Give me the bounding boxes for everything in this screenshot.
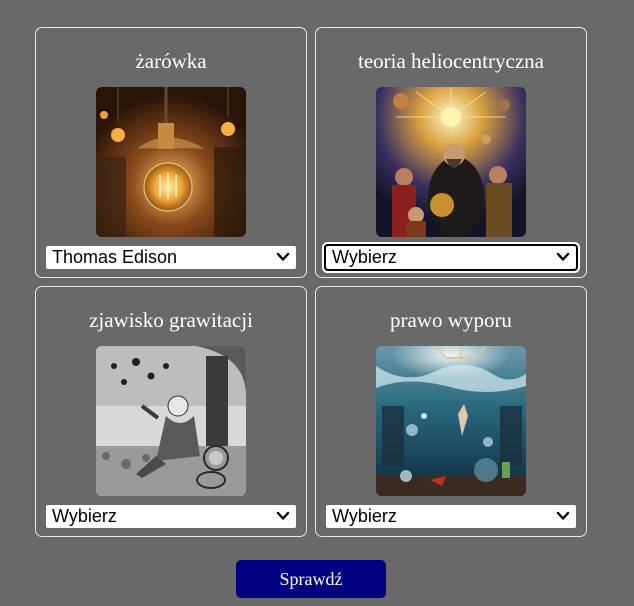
select-value: Thomas Edison bbox=[52, 247, 178, 267]
chevron-down-icon bbox=[276, 252, 290, 261]
card-title: teoria heliocentryczna bbox=[358, 49, 544, 73]
chevron-down-icon bbox=[276, 511, 290, 520]
select-value: Wybierz bbox=[332, 247, 397, 267]
newton-apple-tree-image bbox=[96, 346, 246, 496]
vintage-light-bulb-image bbox=[96, 87, 246, 237]
card-title: żarówka bbox=[135, 49, 207, 73]
check-button[interactable]: Sprawdź bbox=[236, 560, 386, 598]
quiz-grid: żarówka Thomas Edison teoria heliocentry… bbox=[35, 27, 587, 537]
scientist-select[interactable]: Wybierz bbox=[324, 244, 578, 271]
archimedes-underwater-image bbox=[376, 346, 526, 496]
quiz-card-buoyancy: prawo wyporu Wybierz bbox=[315, 286, 587, 537]
chevron-down-icon bbox=[556, 511, 570, 520]
scientist-select[interactable]: Wybierz bbox=[46, 505, 296, 528]
quiz-card-heliocentric: teoria heliocentryczna Wybierz bbox=[315, 27, 587, 278]
card-title: prawo wyporu bbox=[390, 308, 512, 332]
card-title: zjawisko grawitacji bbox=[89, 308, 253, 332]
select-value: Wybierz bbox=[332, 506, 397, 526]
chevron-down-icon bbox=[556, 252, 570, 261]
quiz-card-gravity: zjawisko grawitacji Wybierz bbox=[35, 286, 307, 537]
select-value: Wybierz bbox=[52, 506, 117, 526]
inventor-select[interactable]: Thomas Edison bbox=[46, 246, 296, 269]
scientist-select[interactable]: Wybierz bbox=[326, 505, 576, 528]
quiz-card-light-bulb: żarówka Thomas Edison bbox=[35, 27, 307, 278]
copernicus-solar-system-image bbox=[376, 87, 526, 237]
